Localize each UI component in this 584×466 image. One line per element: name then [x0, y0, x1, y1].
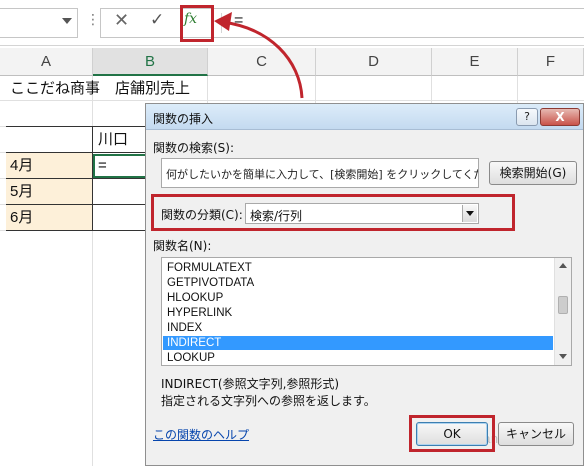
close-icon[interactable]: X: [540, 108, 580, 126]
function-name-label: 関数名(N):: [153, 239, 212, 253]
category-highlight: [151, 194, 515, 231]
list-item[interactable]: FORMULATEXT: [163, 261, 553, 275]
column-header-c[interactable]: C: [208, 48, 316, 76]
formula-text[interactable]: =: [234, 12, 243, 30]
column-header-b[interactable]: B: [93, 48, 208, 76]
cancel-button[interactable]: キャンセル: [498, 422, 574, 446]
list-item[interactable]: GETPIVOTDATA: [163, 276, 553, 290]
formula-input[interactable]: [100, 8, 584, 38]
column-header-d[interactable]: D: [316, 48, 432, 76]
search-input[interactable]: 何がしたいかを簡単に入力して、[検索開始] をクリックしてください。: [161, 158, 479, 188]
column-header-a[interactable]: A: [0, 48, 93, 76]
month-cell[interactable]: 4月: [10, 158, 33, 173]
chevron-down-icon[interactable]: [62, 18, 72, 24]
list-item[interactable]: INDEX: [163, 321, 553, 335]
function-help-link[interactable]: この関数のヘルプ: [153, 426, 249, 443]
list-item[interactable]: LOOKUP: [163, 351, 553, 365]
cancel-icon[interactable]: ✕: [114, 12, 129, 30]
more-options-icon[interactable]: ⋮: [86, 13, 100, 27]
list-item[interactable]: HYPERLINK: [163, 306, 553, 320]
grid-line: [0, 100, 584, 101]
scroll-down-icon[interactable]: [559, 354, 567, 359]
month-cell[interactable]: 6月: [10, 210, 33, 225]
scroll-thumb[interactable]: [558, 296, 568, 314]
ok-highlight: [409, 415, 495, 452]
name-box[interactable]: [0, 8, 78, 38]
formula-bar: ⋮ ✕ ✓ fx =: [0, 0, 584, 46]
sheet-title-cell[interactable]: ここだね商事 店舗別売上: [10, 81, 190, 96]
divider: [221, 13, 222, 33]
column-header-f[interactable]: F: [518, 48, 584, 76]
help-icon[interactable]: ?: [516, 108, 538, 126]
function-syntax: INDIRECT(参照文字列,参照形式): [161, 377, 340, 391]
enter-icon[interactable]: ✓: [150, 12, 164, 29]
scroll-up-icon[interactable]: [559, 263, 567, 268]
scrollbar[interactable]: [554, 258, 571, 365]
column-header-e[interactable]: E: [432, 48, 518, 76]
function-list[interactable]: FORMULATEXT GETPIVOTDATA HLOOKUP HYPERLI…: [161, 257, 572, 366]
month-cell[interactable]: 5月: [10, 184, 33, 199]
dialog-title: 関数の挿入: [153, 112, 214, 126]
function-description: 指定される文字列への参照を返します。: [161, 394, 376, 408]
list-item[interactable]: HLOOKUP: [163, 291, 553, 305]
header-cell-b[interactable]: 川口: [98, 132, 128, 147]
insert-function-highlight: [180, 5, 214, 42]
insert-function-dialog: 関数の挿入 ? X 関数の検索(S): 何がしたいかを簡単に入力して、[検索開始…: [145, 103, 584, 466]
dialog-titlebar[interactable]: 関数の挿入 ? X: [146, 104, 583, 130]
search-label: 関数の検索(S):: [153, 141, 235, 155]
search-start-button[interactable]: 検索開始(G): [489, 161, 577, 185]
list-item-selected[interactable]: INDIRECT: [163, 336, 553, 350]
table-border: [92, 126, 93, 231]
